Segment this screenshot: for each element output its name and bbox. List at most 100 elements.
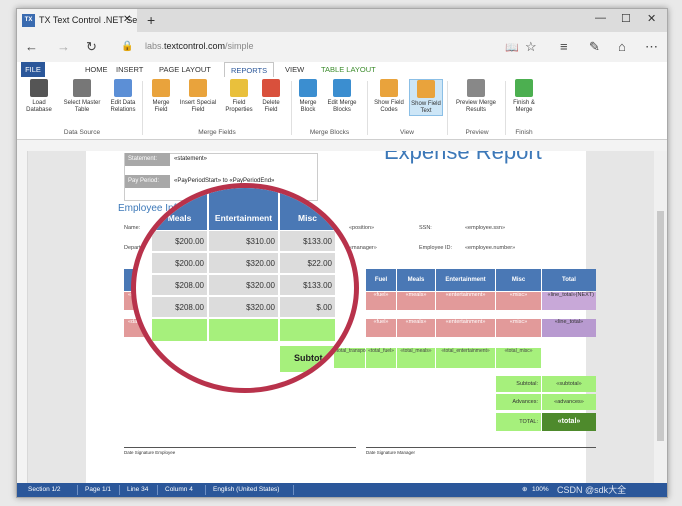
notes-icon[interactable]: ✎ [589,39,600,55]
tab-home[interactable]: HOME [79,62,114,77]
edit-data-relations-button[interactable]: Edit Data Relations [107,79,139,114]
row2-entertainment[interactable]: «entertainment» [436,319,495,337]
row1-meals[interactable]: «meals» [397,292,435,310]
magnified-header-meals: Meals [152,188,207,230]
subtotal-misc[interactable]: «total_misc» [496,348,541,368]
row1-misc[interactable]: «misc» [496,292,541,310]
back-icon[interactable]: ← [25,39,38,54]
subtotal-meals[interactable]: «total_meals» [397,348,435,368]
mag-r1-misc: $133.00 [303,237,332,246]
total-label: TOTAL: [496,413,541,431]
load-database-button[interactable]: Load Database [23,79,55,114]
status-line: Line 34 [127,486,149,493]
manager-field[interactable]: «manager» [349,245,377,251]
merge-field-button[interactable]: Merge Field [147,79,175,114]
row1-total[interactable]: «line_total»(NEXT) [542,292,596,310]
close-window-icon[interactable]: ✕ [647,12,656,25]
employee-id-label: Employee ID: [419,245,453,251]
row2-misc[interactable]: «misc» [496,319,541,337]
signature-line-manager [366,447,596,448]
mag-r4-misc: $.00 [316,303,332,312]
ssn-label: SSN: [419,225,432,231]
status-divider [119,485,120,495]
forward-icon[interactable]: → [57,39,70,54]
tx-logo-icon: TX [22,14,35,27]
refresh-icon[interactable]: ↻ [86,39,97,55]
delete-field-button[interactable]: Delete Field [257,79,285,114]
preview-merge-results-button[interactable]: Preview Merge Results [451,79,501,114]
favorite-star-icon[interactable]: ☆ [525,39,537,55]
advances-label: Advances: [496,394,541,410]
tab-table-layout[interactable]: TABLE LAYOUT [315,62,382,77]
merge-block-icon [299,79,317,97]
subtotal-entertainment[interactable]: «total_entertainment» [436,348,495,368]
advances-value[interactable]: «advances» [542,394,596,410]
row2-fuel[interactable]: «fuel» [366,319,396,337]
magnified-green-cell [209,319,278,341]
relations-icon [114,79,132,97]
row2-total[interactable]: «line_total» [542,319,596,337]
header-misc: Misc [496,269,541,291]
tab-page-layout[interactable]: PAGE LAYOUT [153,62,217,77]
ribbon-separator [367,81,368,135]
database-icon [30,79,48,97]
group-view: View [400,129,414,136]
group-finish: Finish [515,129,533,136]
header-fuel: Fuel [366,269,396,291]
mag-r1-entertainment: $310.00 [246,237,275,246]
share-icon[interactable]: ⌂ [618,39,626,54]
tab-file[interactable]: FILE [21,62,45,77]
minimize-icon[interactable]: — [595,12,606,24]
statement-field[interactable]: «statement» [174,156,207,162]
url-field[interactable]: labs.textcontrol.com/simple [145,41,254,51]
mag-r4-meals: $208.00 [175,303,204,312]
finish-icon [515,79,533,97]
show-field-codes-button[interactable]: Show Field Codes [371,79,407,114]
magnified-header-entertainment: Entertainment [209,188,278,230]
maximize-icon[interactable]: ☐ [621,12,631,25]
tab-bar: TX TX Text Control .NET Se ✕ + — ☐ ✕ [17,9,667,32]
browser-tab[interactable]: TX TX Text Control .NET Se ✕ [17,9,137,32]
special-field-icon [189,79,207,97]
zoom-icon[interactable]: ⊕ [522,483,527,497]
header-total: Total [542,269,596,291]
scrollbar-thumb[interactable] [657,211,664,441]
name-label: Name: [124,225,141,231]
edit-merge-blocks-button[interactable]: Edit Merge Blocks [323,79,361,114]
reading-view-icon[interactable]: 📖 [505,41,519,54]
show-field-text-button[interactable]: Show Field Text [409,79,443,116]
lock-icon: 🔒 [121,41,134,52]
close-tab-icon[interactable]: ✕ [123,14,131,25]
signature-employee-label: Date Signature Employee [124,450,176,455]
vertical-ruler[interactable] [17,151,28,483]
status-divider [205,485,206,495]
ribbon-tabs: FILE HOME INSERT PAGE LAYOUT REPORTS VIE… [17,62,667,79]
preview-icon [467,79,485,97]
subtotal-value[interactable]: «subtotal» [542,376,596,392]
new-tab-icon[interactable]: + [147,12,155,28]
tab-insert[interactable]: INSERT [110,62,149,77]
row1-fuel[interactable]: «fuel» [366,292,396,310]
mag-r1-meals: $200.00 [175,237,204,246]
hub-icon[interactable]: ≡ [560,39,568,54]
group-preview: Preview [465,129,489,136]
field-properties-button[interactable]: Field Properties [223,79,255,114]
vertical-scrollbar[interactable] [654,151,667,483]
row2-meals[interactable]: «meals» [397,319,435,337]
finish-merge-button[interactable]: Finish & Merge [509,79,539,114]
tab-view[interactable]: VIEW [279,62,310,77]
ssn-field[interactable]: «employee.ssn» [465,225,505,231]
merge-block-button[interactable]: Merge Block [295,79,321,114]
employee-id-field[interactable]: «employee.number» [465,245,520,251]
more-icon[interactable]: ⋯ [645,39,658,55]
address-bar: ← → ↻ 🔒 labs.textcontrol.com/simple 📖 ☆ … [17,32,667,63]
zoom-level[interactable]: 100% [532,483,549,497]
magnified-green-cell [280,319,335,341]
status-divider [77,485,78,495]
select-master-table-button[interactable]: Select Master Table [59,79,105,114]
status-page: Page 1/1 [85,486,112,493]
subtotal-fuel[interactable]: «total_fuel» [366,348,396,368]
row1-entertainment[interactable]: «entertainment» [436,292,495,310]
total-value[interactable]: «total» [542,413,596,431]
insert-special-field-button[interactable]: Insert Special Field [177,79,219,114]
